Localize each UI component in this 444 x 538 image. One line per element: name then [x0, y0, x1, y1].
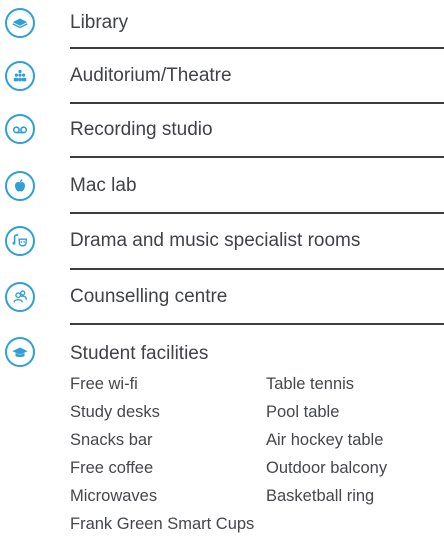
divider	[70, 323, 444, 325]
audience-icon	[5, 61, 35, 91]
facility-item: Table tennis	[266, 375, 355, 393]
music-drama-icon	[5, 226, 35, 256]
facility-item: Pool table	[266, 403, 340, 421]
facilities-left-column: Free wi-fi Study desks Snacks bar Free c…	[70, 370, 160, 510]
facilities-right-column: Table tennis Pool table Air hockey table…	[266, 370, 387, 510]
divider	[70, 268, 444, 270]
divider	[70, 212, 444, 214]
facility-item-full-width: Frank Green Smart Cups	[70, 515, 255, 533]
divider	[70, 47, 444, 49]
voicemail-icon	[5, 114, 35, 144]
facility-item: Basketball ring	[266, 487, 375, 505]
divider	[70, 156, 444, 158]
item-label: Auditorium/Theatre	[70, 65, 232, 86]
facility-item: Free wi-fi	[70, 375, 138, 393]
facility-item: Outdoor balcony	[266, 459, 388, 477]
item-label: Student facilities	[70, 343, 209, 364]
facility-item: Study desks	[70, 403, 160, 421]
facility-item: Microwaves	[70, 487, 158, 505]
item-label: Recording studio	[70, 119, 213, 140]
item-label: Mac lab	[70, 175, 137, 196]
facility-item: Air hockey table	[266, 431, 384, 449]
apple-icon	[5, 171, 35, 201]
item-label: Library	[70, 12, 129, 33]
item-label: Drama and music specialist rooms	[70, 230, 361, 251]
facility-item: Snacks bar	[70, 431, 153, 449]
graduation-cap-icon	[5, 337, 35, 367]
book-icon	[5, 8, 35, 38]
facility-item: Free coffee	[70, 459, 154, 477]
divider	[70, 102, 444, 104]
people-icon	[5, 282, 35, 312]
item-label: Counselling centre	[70, 286, 228, 307]
